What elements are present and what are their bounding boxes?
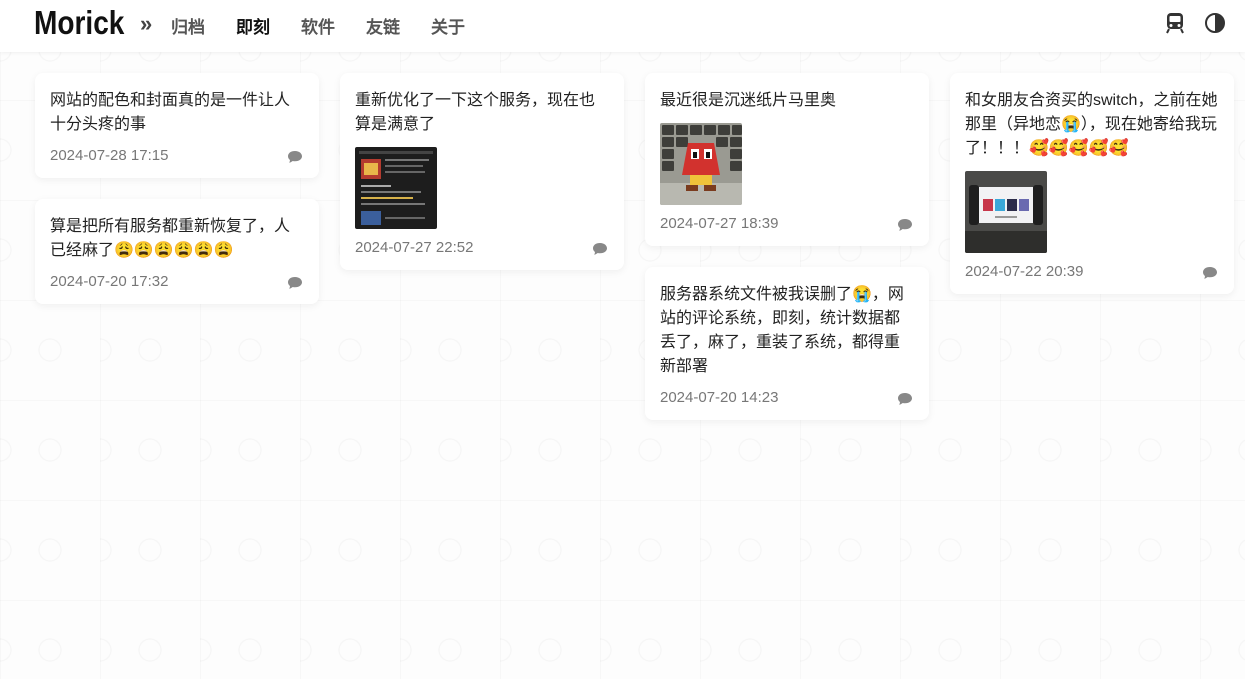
moment-text: 最近很是沉迷纸片马里奥 (660, 92, 837, 109)
moment-card: 网站的配色和封面真的是一件让人十分头疼的事 2024-07-28 17:15 (35, 73, 319, 178)
moment-time: 2024-07-20 17:32 (50, 273, 169, 290)
switch-console-thumbnail[interactable] (965, 171, 1047, 253)
moment-time: 2024-07-22 20:39 (965, 263, 1084, 280)
nav-item-moments[interactable]: 即刻 (236, 13, 270, 38)
nav-item-archive[interactable]: 归档 (171, 13, 205, 38)
train-icon[interactable] (1164, 12, 1186, 34)
comment-icon[interactable] (897, 392, 913, 406)
moment-text: 重新优化了一下这个服务，现在也算是满意了 (355, 92, 596, 133)
moment-card: 服务器系统文件被我误删了😭，网站的评论系统，即刻，统计数据都丢了，麻了，重装了系… (645, 267, 929, 420)
moment-text: 和女朋友合资买的switch，之前在她那里（异地恋😭），现在她寄给我玩了！！！🥰… (965, 92, 1218, 157)
comment-icon[interactable] (1202, 266, 1218, 280)
moment-time: 2024-07-20 14:23 (660, 389, 779, 406)
moment-card: 和女朋友合资买的switch，之前在她那里（异地恋😭），现在她寄给我玩了！！！🥰… (950, 73, 1234, 294)
moment-time: 2024-07-27 18:39 (660, 215, 779, 232)
moment-card: 重新优化了一下这个服务，现在也算是满意了 2024-07-27 22:52 (340, 73, 624, 270)
nav-item-links[interactable]: 友链 (366, 13, 400, 38)
comment-icon[interactable] (592, 242, 608, 256)
moment-text: 网站的配色和封面真的是一件让人十分头疼的事 (50, 92, 291, 133)
moment-card: 最近很是沉迷纸片马里奥 2024-07-27 18:39 (645, 73, 929, 246)
comment-icon[interactable] (287, 150, 303, 164)
comment-icon[interactable] (897, 218, 913, 232)
theme-toggle-icon[interactable] (1204, 12, 1226, 34)
comment-icon[interactable] (287, 276, 303, 290)
screenshot-thumbnail[interactable] (355, 147, 437, 229)
main-nav: 归档 即刻 软件 友链 关于 (171, 13, 496, 38)
nav-item-about[interactable]: 关于 (431, 13, 465, 38)
moment-text: 算是把所有服务都重新恢复了，人已经麻了😩😩😩😩😩😩 (50, 218, 291, 259)
nav-item-software[interactable]: 软件 (301, 13, 335, 38)
paper-mario-goomba-thumbnail[interactable] (660, 123, 742, 205)
moment-text: 服务器系统文件被我误删了😭，网站的评论系统，即刻，统计数据都丢了，麻了，重装了系… (660, 286, 904, 375)
moment-card: 算是把所有服务都重新恢复了，人已经麻了😩😩😩😩😩😩 2024-07-20 17:… (35, 199, 319, 304)
moment-time: 2024-07-27 22:52 (355, 239, 474, 256)
site-header: Morick » 归档 即刻 软件 友链 关于 (0, 0, 1245, 52)
site-logo[interactable]: Morick (34, 4, 124, 42)
moment-time: 2024-07-28 17:15 (50, 147, 169, 164)
chevron-right-icon: » (140, 11, 153, 36)
